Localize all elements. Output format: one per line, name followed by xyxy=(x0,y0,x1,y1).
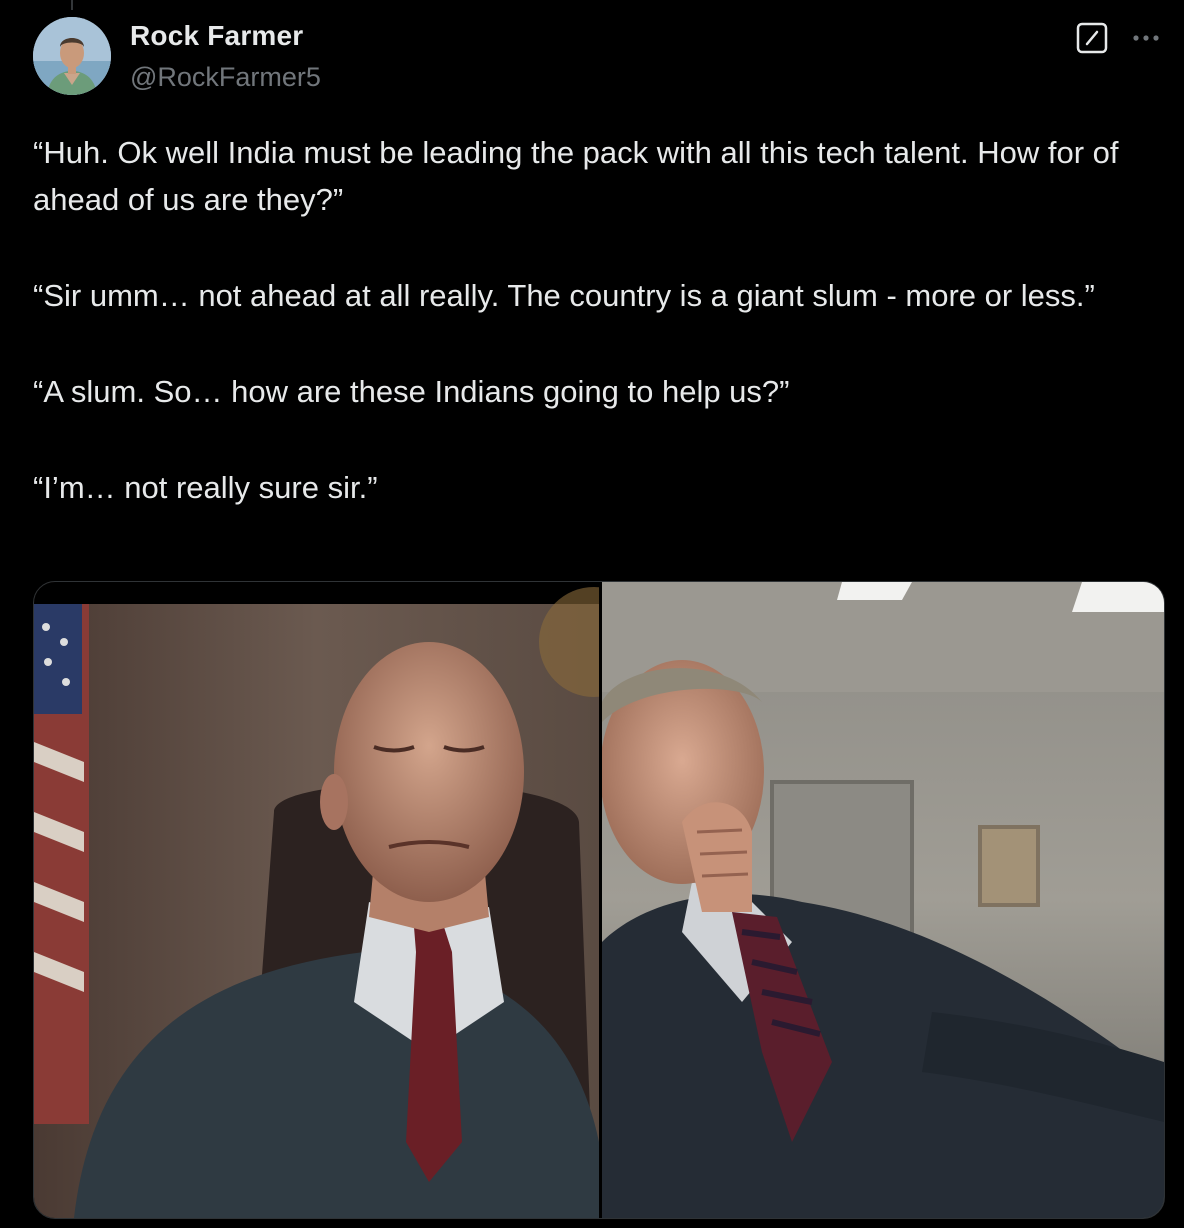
author-handle[interactable]: @RockFarmer5 xyxy=(130,62,321,93)
tweet-media-grid xyxy=(33,581,1165,1219)
tweet-text: “Huh. Ok well India must be leading the … xyxy=(33,129,1163,560)
author-display-name[interactable]: Rock Farmer xyxy=(130,20,303,52)
grok-icon[interactable] xyxy=(1076,22,1108,54)
photo-man-in-suit-icon xyxy=(34,582,599,1218)
author-avatar[interactable] xyxy=(33,17,111,95)
media-image-left[interactable] xyxy=(34,582,599,1218)
tweet-paragraph: “Huh. Ok well India must be leading the … xyxy=(33,135,1128,217)
thread-connector-line xyxy=(71,0,73,10)
more-options-icon[interactable] xyxy=(1128,22,1164,54)
tweet-paragraph: “A slum. So… how are these Indians going… xyxy=(33,374,790,409)
tweet-paragraph: “I’m… not really sure sir.” xyxy=(33,470,378,505)
avatar-photo-icon xyxy=(33,17,111,95)
media-image-right[interactable] xyxy=(602,582,1164,1218)
tweet-paragraph: “Sir umm… not ahead at all really. The c… xyxy=(33,278,1095,313)
photo-man-hand-on-face-icon xyxy=(602,582,1164,1218)
